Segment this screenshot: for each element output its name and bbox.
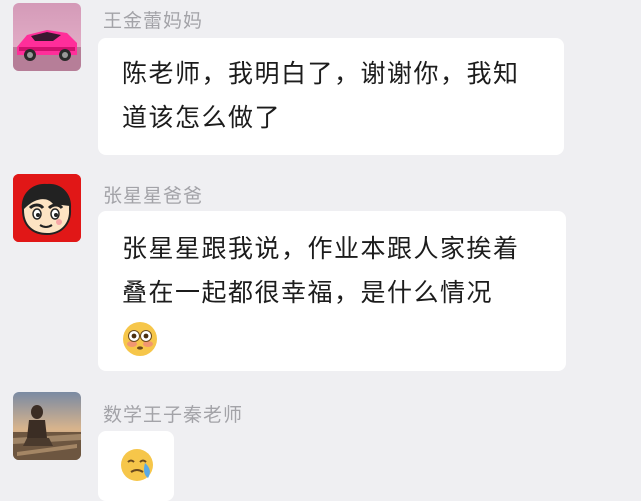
sender-name: 数学王子秦老师 (103, 404, 244, 426)
avatar[interactable] (13, 174, 81, 242)
sender-name: 张星星爸爸 (103, 185, 204, 207)
avatar[interactable] (13, 3, 81, 71)
message-text-line: 道该怎么做了 (122, 103, 282, 132)
message-bubble[interactable] (98, 431, 174, 501)
chat-area: 王金蕾妈妈 陈老师，我明白了，谢谢你，我知 道该怎么做了 张星星爸爸 张星星跟我… (0, 0, 641, 501)
message-text-line: 张星星跟我说，作业本跟人家挨着 (122, 234, 520, 263)
message-bubble[interactable]: 陈老师，我明白了，谢谢你，我知 道该怎么做了 (98, 38, 564, 155)
cartoon-boy-red-avatar-icon (13, 174, 81, 242)
message-text-line: 陈老师，我明白了，谢谢你，我知 (122, 59, 520, 88)
crying-face-emoji-icon (121, 449, 153, 481)
avatar[interactable] (13, 392, 81, 460)
pink-sports-car-avatar-icon (13, 3, 81, 71)
sender-name: 王金蕾妈妈 (103, 10, 204, 32)
chat-message: 数学王子秦老师 (0, 385, 641, 501)
beach-sunset-person-avatar-icon (13, 392, 81, 460)
chat-message: 张星星爸爸 张星星跟我说，作业本跟人家挨着 叠在一起都很幸福，是什么情况 (0, 170, 641, 375)
message-bubble[interactable]: 张星星跟我说，作业本跟人家挨着 叠在一起都很幸福，是什么情况 (98, 211, 566, 371)
message-text-line: 叠在一起都很幸福，是什么情况 (122, 278, 494, 307)
chat-message: 王金蕾妈妈 陈老师，我明白了，谢谢你，我知 道该怎么做了 (0, 0, 641, 160)
flushed-face-emoji-icon (123, 322, 157, 356)
